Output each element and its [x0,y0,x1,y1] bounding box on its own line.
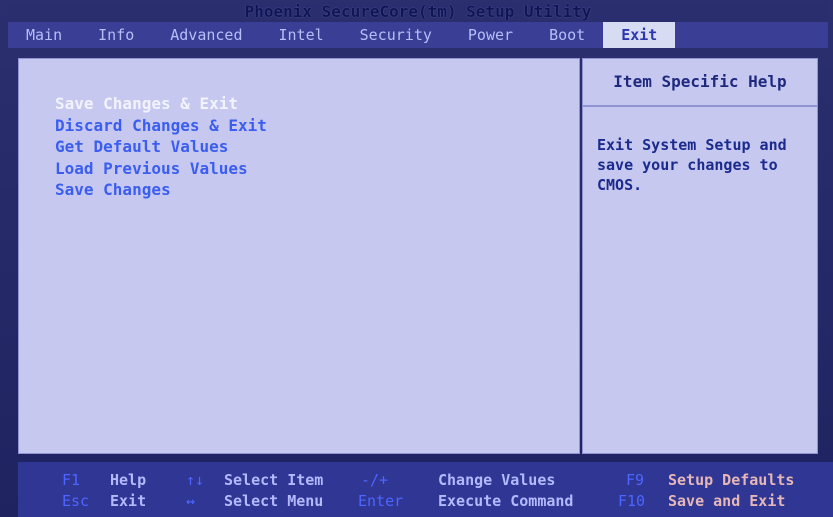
menu-boot[interactable]: Boot [531,22,603,48]
menu-security[interactable]: Security [342,22,450,48]
footer-key-f10: F10 [618,492,646,510]
menu-bar: Main Info Advanced Intel Security Power … [8,22,828,48]
menu-intel[interactable]: Intel [261,22,342,48]
help-panel: Item Specific Help Exit System Setup and… [582,58,818,454]
main-panel: Save Changes & Exit Discard Changes & Ex… [18,58,580,454]
footer-key-enter: Enter [358,492,404,510]
bios-screen: Phoenix SecureCore(tm) Setup Utility Mai… [0,0,833,517]
footer-row-2: Esc Exit ↔ Select Menu Enter Execute Com… [18,489,833,513]
help-title: Item Specific Help [583,59,817,107]
option-discard-changes-exit[interactable]: Discard Changes & Exit [55,115,267,137]
menu-advanced[interactable]: Advanced [152,22,260,48]
menu-info[interactable]: Info [80,22,152,48]
option-save-changes-exit[interactable]: Save Changes & Exit [55,93,267,115]
footer-key-esc: Esc [62,492,90,510]
exit-options-list: Save Changes & Exit Discard Changes & Ex… [55,93,267,201]
option-save-changes[interactable]: Save Changes [55,179,267,201]
menu-exit[interactable]: Exit [603,22,676,48]
footer-label-save-and-exit: Save and Exit [668,492,786,510]
option-load-previous-values[interactable]: Load Previous Values [55,158,267,180]
footer-key-bar: F1 Help ↑↓ Select Item -/+ Change Values… [18,462,833,517]
title-text: Phoenix SecureCore(tm) Setup Utility [244,2,592,21]
menu-power[interactable]: Power [450,22,531,48]
option-get-default-values[interactable]: Get Default Values [55,136,267,158]
help-text: Exit System Setup and save your changes … [597,136,787,194]
menu-main[interactable]: Main [8,22,80,48]
footer-key-leftright-arrow-icon: ↔ [186,492,196,510]
footer-label-select-menu: Select Menu [224,492,324,510]
footer-label-execute-command: Execute Command [438,492,574,510]
footer-label-exit: Exit [110,492,147,510]
window-title: Phoenix SecureCore(tm) Setup Utility [8,2,828,22]
